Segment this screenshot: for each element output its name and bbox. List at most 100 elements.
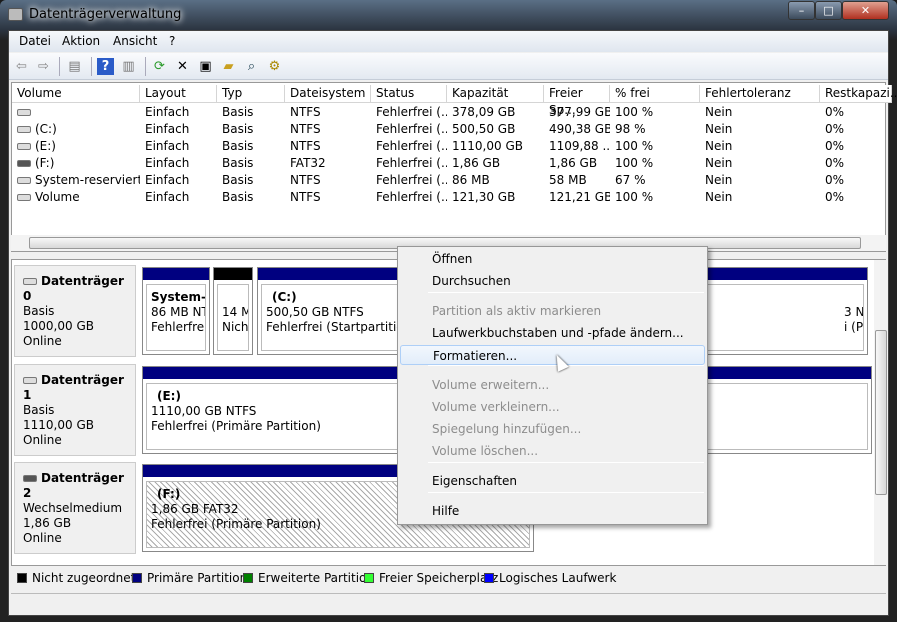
table-cell: 100 %: [610, 155, 700, 172]
partition-label: (F:): [157, 487, 181, 501]
drive-icon: [17, 194, 31, 201]
delete-icon[interactable]: ✕: [174, 58, 191, 75]
disk-label[interactable]: Datenträger 1 Basis 1110,00 GB Online: [14, 364, 136, 456]
disk-label[interactable]: Datenträger 0 Basis 1000,00 GB Online: [14, 265, 136, 357]
help-icon[interactable]: ?: [97, 58, 114, 75]
table-cell: System-reserviert: [12, 172, 140, 189]
menu-aktion[interactable]: Aktion: [62, 34, 100, 48]
cell-text: (E:): [35, 139, 56, 153]
table-row[interactable]: (C:) Einfach Basis NTFS Fehlerfrei (... 500,5…: [12, 121, 885, 138]
column-header-8[interactable]: Fehlertoleranz: [700, 85, 820, 103]
column-header-0[interactable]: Volume: [12, 85, 140, 103]
table-cell: NTFS: [285, 104, 371, 121]
partition-bar: [143, 268, 209, 280]
partition-size: 3 NTFS: [844, 305, 864, 319]
table-row[interactable]: Volume Einfach Basis NTFS Fehlerfrei (... 121…: [12, 189, 885, 206]
properties-icon[interactable]: ▣: [197, 58, 214, 75]
cell-text: Nein: [705, 173, 733, 187]
table-cell: Basis: [217, 104, 285, 121]
cell-text: Nein: [705, 105, 733, 119]
column-header-3[interactable]: Dateisystem: [285, 85, 371, 103]
menu-bar: Datei Aktion Ansicht ?: [9, 31, 888, 52]
cell-text: 121,30 GB: [452, 190, 516, 204]
column-header-7[interactable]: % frei: [610, 85, 700, 103]
menu-datei[interactable]: Datei: [19, 34, 51, 48]
vertical-scrollbar[interactable]: [874, 260, 888, 565]
disk-state: Online: [23, 531, 62, 545]
cell-text: Basis: [222, 156, 254, 170]
cell-text: Fehlerfrei (...: [376, 105, 447, 119]
context-menu-item[interactable]: Hilfe: [400, 501, 705, 521]
table-row[interactable]: Einfach Basis NTFS Fehlerfrei (... 378,09 GB…: [12, 104, 885, 121]
table-cell: Nein: [700, 189, 820, 206]
column-header-6[interactable]: Freier Sp...: [544, 85, 610, 117]
cell-text: 0%: [825, 190, 845, 204]
cell-text: 1,86 GB: [549, 156, 598, 170]
cell-text: 1109,88 ...: [549, 139, 610, 153]
column-header-2[interactable]: Typ: [217, 85, 285, 103]
column-header-9[interactable]: Restkapazi...: [820, 85, 897, 103]
refresh-icon[interactable]: ⟳: [151, 58, 168, 75]
action-pane-icon[interactable]: ▥: [120, 58, 137, 75]
table-cell: 86 MB: [447, 172, 544, 189]
disk-icon: [23, 278, 37, 285]
table-cell: Fehlerfrei (...: [371, 172, 447, 189]
cell-text: Basis: [222, 122, 254, 136]
disk-name: Datenträger 1: [23, 373, 124, 402]
search-icon[interactable]: ⌕: [243, 58, 260, 75]
open-icon[interactable]: ▰: [220, 58, 237, 75]
cell-text: Einfach: [145, 190, 190, 204]
table-row[interactable]: System-reserviert Einfach Basis NTFS Fehlerf…: [12, 172, 885, 189]
cell-text: 500,50 GB: [452, 122, 516, 136]
menu-separator: [428, 462, 704, 463]
cell-text: NTFS: [290, 105, 321, 119]
table-cell: 121,30 GB: [447, 189, 544, 206]
maximize-button[interactable]: □: [815, 1, 842, 20]
close-button[interactable]: ✕: [842, 1, 889, 20]
table-cell: NTFS: [285, 172, 371, 189]
scroll-thumb[interactable]: [875, 330, 887, 495]
column-header-4[interactable]: Status: [371, 85, 447, 103]
table-cell: Nein: [700, 172, 820, 189]
table-row[interactable]: (F:) Einfach Basis FAT32 Fehlerfrei (... 1,86…: [12, 155, 885, 172]
partition-size: 86 MB NTF: [151, 305, 205, 319]
forward-icon[interactable]: ⇨: [35, 58, 52, 75]
back-icon[interactable]: ⇦: [13, 58, 30, 75]
table-cell: 500,50 GB: [447, 121, 544, 138]
minimize-button[interactable]: –: [788, 1, 815, 20]
settings-icon[interactable]: ⚙: [266, 58, 283, 75]
table-cell: 1109,88 ...: [544, 138, 610, 155]
partition[interactable]: System-re86 MB NTFFehlerfrei (: [142, 267, 210, 355]
table-cell: (C:): [12, 121, 140, 138]
context-menu-item[interactable]: Durchsuchen: [400, 271, 705, 291]
menu-ansicht[interactable]: Ansicht: [113, 34, 157, 48]
table-cell: Fehlerfrei (...: [371, 138, 447, 155]
column-header-5[interactable]: Kapazität: [447, 85, 544, 103]
column-header-1[interactable]: Layout: [140, 85, 217, 103]
context-menu-item[interactable]: Laufwerkbuchstaben und -pfade ändern...: [400, 323, 705, 343]
context-menu-item: Partition als aktiv markieren: [432, 304, 602, 318]
cell-text: Einfach: [145, 139, 190, 153]
partition[interactable]: 14 MNicht: [213, 267, 253, 355]
toolbar: ⇦ ⇨ ▤ ? ▥ ⟳ ✕ ▣ ▰ ⌕ ⚙: [9, 53, 888, 80]
title-bar: Datenträgerverwaltung – □ ✕: [0, 0, 897, 30]
console-tree-icon[interactable]: ▤: [66, 58, 83, 75]
cell-text: Fehlerfrei (...: [376, 156, 447, 170]
cell-text: Fehlerfrei (...: [376, 139, 447, 153]
table-row[interactable]: (E:) Einfach Basis NTFS Fehlerfrei (... 1110,…: [12, 138, 885, 155]
table-cell: Volume: [12, 189, 140, 206]
partition-status: Fehlerfrei (: [151, 320, 206, 334]
cell-text: Basis: [222, 190, 254, 204]
separator: [59, 57, 60, 76]
disk-type: Basis: [23, 304, 55, 318]
partition[interactable]: 3 NTFSi (Primäre Partition): [700, 267, 868, 355]
cell-text: 378,09 GB: [452, 105, 516, 119]
context-menu-item[interactable]: Öffnen: [400, 249, 705, 269]
context-menu-item[interactable]: Eigenschaften: [400, 471, 705, 491]
cell-text: System-reserviert: [35, 173, 140, 187]
menu-help[interactable]: ?: [169, 34, 175, 48]
cell-text: Nein: [705, 139, 733, 153]
volume-list: Volume Layout Typ Dateisystem Status Kapazitä…: [11, 82, 897, 252]
table-cell: Einfach: [140, 155, 217, 172]
disk-label[interactable]: Datenträger 2 Wechselmedium 1,86 GB Online: [14, 462, 136, 554]
